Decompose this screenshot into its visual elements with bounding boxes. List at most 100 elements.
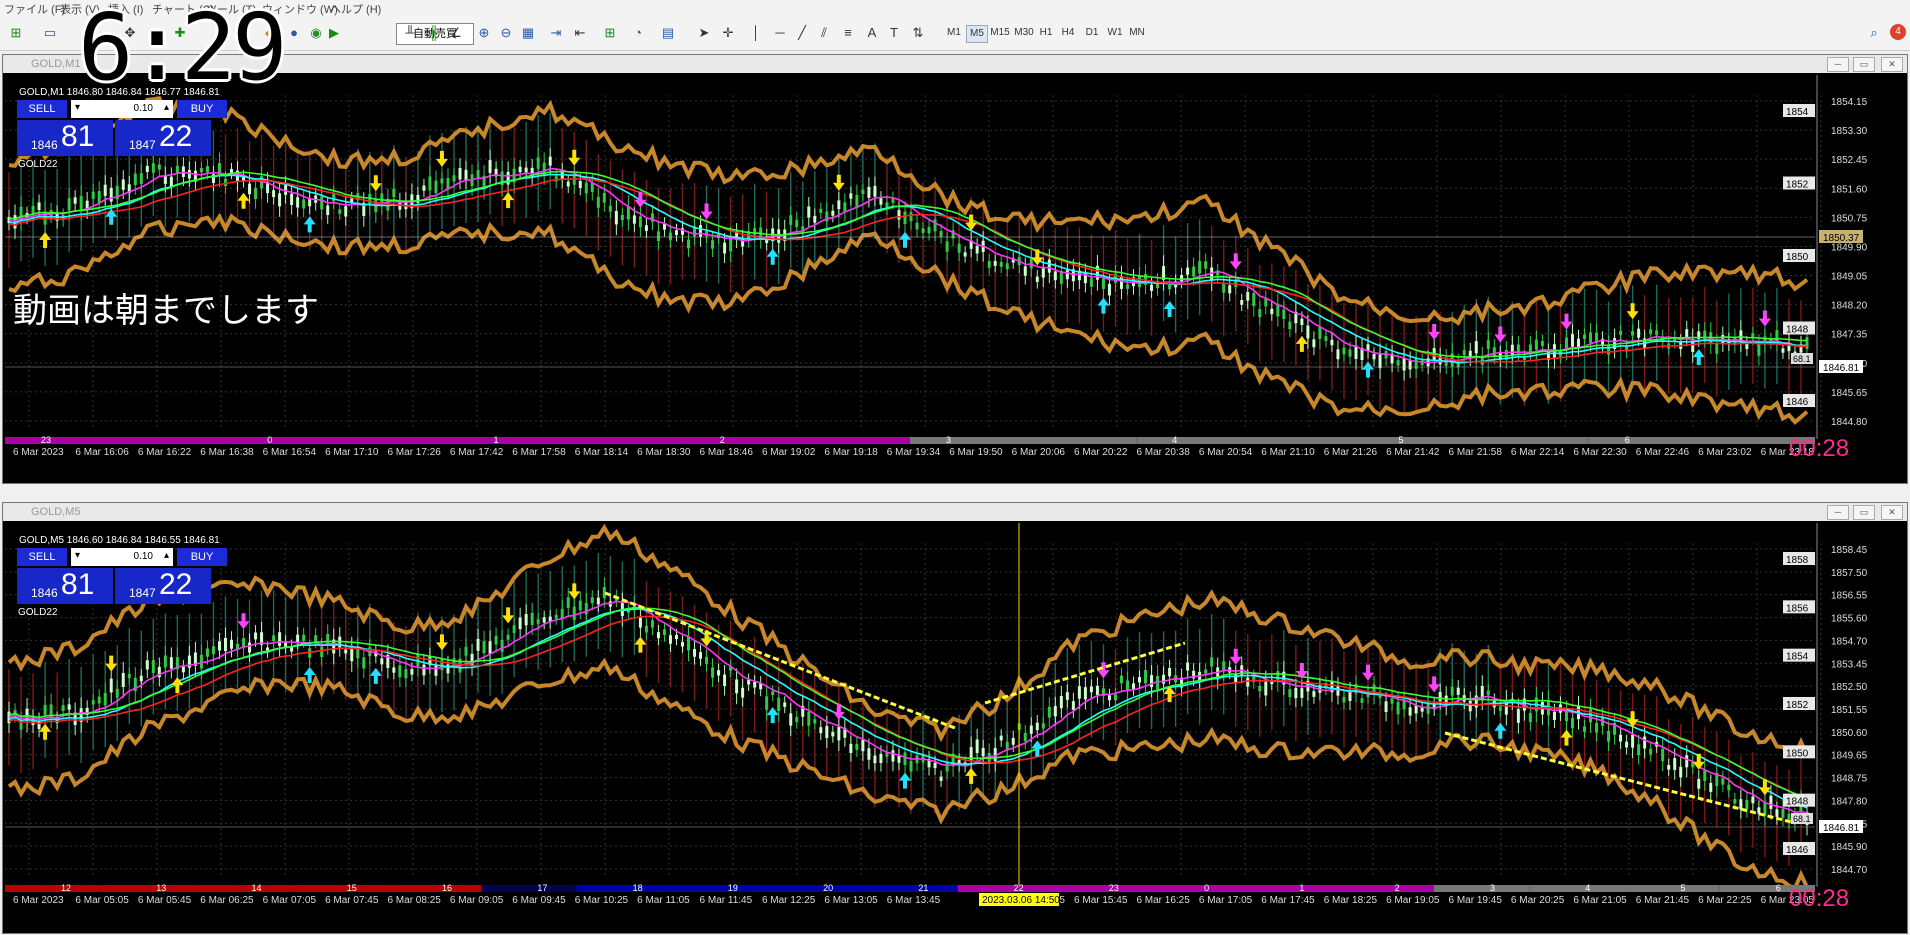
candle: [314, 635, 318, 642]
sell-price[interactable]: 1846 81: [17, 120, 113, 156]
price-tick: 1847.35: [1831, 330, 1868, 341]
channel-icon[interactable]: ⫽: [814, 24, 834, 42]
session-number: 23: [1109, 883, 1119, 893]
lot-input[interactable]: ▾ 0.10 ▴: [71, 548, 173, 566]
lot-up-icon[interactable]: ▴: [164, 550, 169, 561]
price-tick: 1851.60: [1831, 184, 1868, 195]
profiles-icon[interactable]: ▭: [40, 24, 60, 42]
candle: [91, 700, 95, 705]
price-tag: 1854: [1786, 107, 1809, 118]
close-button[interactable]: ✕: [1881, 57, 1903, 72]
candle: [957, 243, 961, 253]
text-icon[interactable]: A: [862, 24, 882, 42]
candle: [747, 679, 751, 685]
candle: [145, 660, 149, 670]
candle: [837, 200, 841, 210]
sell-arrow-icon: [1229, 253, 1242, 270]
candle: [422, 185, 426, 191]
buy-button[interactable]: BUY: [177, 100, 227, 118]
time-tick: 6 Mar 21:42: [1386, 447, 1440, 458]
candle: [127, 673, 131, 679]
candle: [674, 230, 678, 236]
sell-button[interactable]: SELL: [17, 100, 67, 118]
chart-shift-icon[interactable]: ⇤: [570, 24, 590, 42]
arrows-icon[interactable]: ⇅: [908, 24, 928, 42]
window-titlebar[interactable]: GOLD,M1 ─ ▭ ✕: [3, 55, 1907, 73]
lot-down-icon[interactable]: ▾: [75, 102, 80, 113]
price-chart[interactable]: 1854.15 1853.30 1852.45 1851.60 1850.75 1849.…: [5, 75, 1905, 481]
candle: [1637, 744, 1641, 756]
cursor-icon[interactable]: ➤: [694, 24, 714, 42]
candlestick-icon[interactable]: ╫: [424, 24, 444, 42]
tf-w1[interactable]: W1: [1104, 25, 1126, 41]
candle: [434, 180, 438, 194]
candle: [1673, 758, 1677, 770]
maximize-button[interactable]: ▭: [1853, 505, 1875, 520]
price-tick: 1847.80: [1831, 796, 1868, 807]
fibonacci-icon[interactable]: ≡: [838, 24, 858, 42]
notification-badge[interactable]: 4: [1890, 24, 1906, 40]
data-window-icon[interactable]: ●: [284, 24, 304, 42]
tf-m30[interactable]: M30: [1012, 25, 1036, 41]
candle: [1697, 778, 1701, 789]
sell-button[interactable]: SELL: [17, 548, 67, 566]
autoscroll-icon[interactable]: ⇥: [546, 24, 566, 42]
session-bar: [1243, 885, 1339, 892]
chart-window-m1[interactable]: GOLD,M1 ─ ▭ ✕ 1854.15 1853.30 1852.45 1851.…: [2, 54, 1908, 484]
tf-mn[interactable]: MN: [1126, 25, 1148, 41]
tf-h1[interactable]: H1: [1036, 25, 1056, 41]
price-chart[interactable]: 1858.45 1857.50 1856.55 1855.60 1854.70 1853.…: [5, 523, 1905, 931]
text-label-icon[interactable]: T: [884, 24, 904, 42]
price-tag: 1850: [1786, 252, 1809, 263]
candle: [31, 205, 35, 214]
tf-d1[interactable]: D1: [1082, 25, 1102, 41]
zoom-in-icon[interactable]: ⊕: [474, 24, 494, 42]
bar-chart-icon[interactable]: ╨: [400, 24, 420, 42]
candle: [512, 625, 516, 633]
indicators-icon[interactable]: ⊞: [600, 24, 620, 42]
horizontal-line-icon[interactable]: ─: [770, 24, 790, 42]
candle: [181, 666, 185, 673]
candle: [524, 613, 528, 626]
candle: [1528, 713, 1532, 723]
candle: [1119, 276, 1123, 289]
crosshair-icon[interactable]: ✛: [718, 24, 738, 42]
candle: [656, 231, 660, 241]
trendline-icon[interactable]: ╱: [792, 24, 812, 42]
window-titlebar[interactable]: GOLD,M5 ─ ▭ ✕: [3, 503, 1907, 521]
chart-window-m5[interactable]: GOLD,M5 ─ ▭ ✕ 1858.45 1857.50 1856.55 1855.…: [2, 502, 1908, 934]
candle: [482, 640, 486, 654]
minimize-button[interactable]: ─: [1827, 505, 1849, 520]
tile-windows-icon[interactable]: ▦: [518, 24, 538, 42]
tf-m5[interactable]: M5: [966, 25, 988, 43]
candle: [729, 237, 733, 252]
menu-help[interactable]: ヘルプ (H): [330, 1, 381, 17]
vertical-line-icon[interactable]: │: [746, 24, 766, 42]
tf-m1[interactable]: M1: [944, 25, 964, 41]
tf-m15[interactable]: M15: [988, 25, 1012, 41]
lot-input[interactable]: ▾ 0.10 ▴: [71, 100, 173, 118]
sell-arrow-icon: [105, 655, 118, 672]
lot-up-icon[interactable]: ▴: [164, 102, 169, 113]
buy-price[interactable]: 1847 22: [115, 120, 211, 156]
sell-price[interactable]: 1846 81: [17, 568, 113, 604]
maximize-button[interactable]: ▭: [1853, 57, 1875, 72]
close-button[interactable]: ✕: [1881, 505, 1903, 520]
tf-h4[interactable]: H4: [1058, 25, 1078, 41]
price-tick: 1849.65: [1831, 751, 1868, 762]
menu-file[interactable]: ファイル (F): [4, 1, 65, 17]
search-icon[interactable]: ⌕: [1864, 24, 1884, 42]
minimize-button[interactable]: ─: [1827, 57, 1849, 72]
line-chart-icon[interactable]: ∠: [446, 24, 466, 42]
buy-button[interactable]: BUY: [177, 548, 227, 566]
buy-price[interactable]: 1847 22: [115, 568, 211, 604]
periods-icon[interactable]: ◔: [628, 24, 648, 42]
price-tick: 1853.30: [1831, 126, 1868, 137]
new-chart-icon[interactable]: ⊞: [6, 24, 26, 42]
templates-icon[interactable]: ▤: [658, 24, 678, 42]
signals-icon[interactable]: ◉: [306, 24, 326, 42]
candle: [320, 646, 324, 658]
candle: [1336, 349, 1340, 360]
lot-down-icon[interactable]: ▾: [75, 550, 80, 561]
zoom-out-icon[interactable]: ⊖: [496, 24, 516, 42]
